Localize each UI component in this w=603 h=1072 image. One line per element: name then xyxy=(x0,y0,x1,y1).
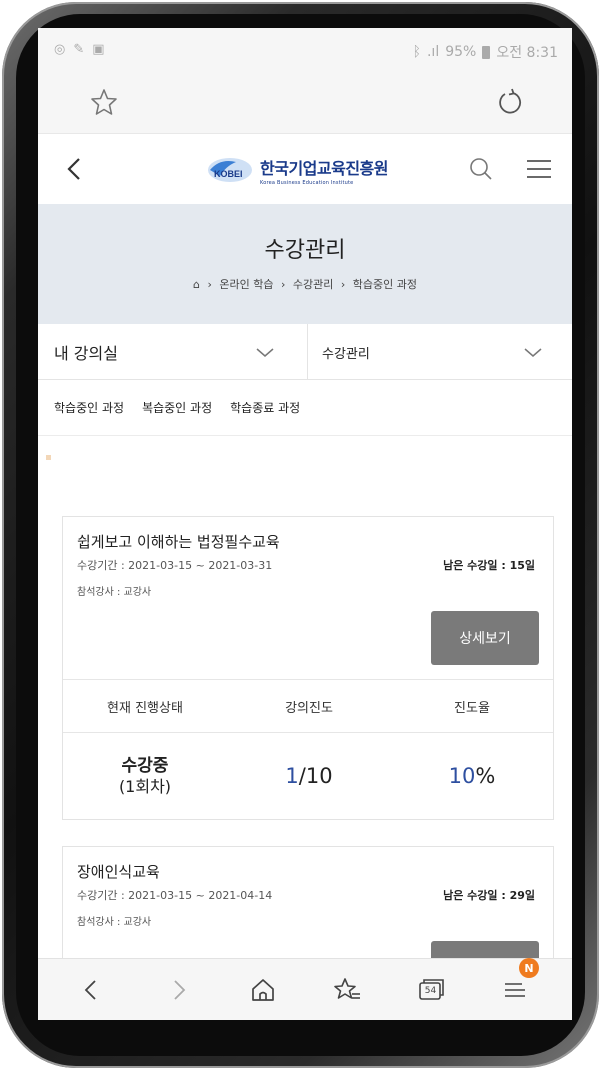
decorative-dot xyxy=(46,455,51,460)
breadcrumb-separator: › xyxy=(280,278,286,291)
tab-reviewing[interactable]: 복습중인 과정 xyxy=(142,399,212,416)
phone-screen: ◎ ✎ ▣ ᛒ .ıl 95% 오전 8:31 KOBEI 한국기업교육진흥원 … xyxy=(38,28,572,1020)
course-remaining-days: 남은 수강일 : 29일 xyxy=(443,889,535,902)
stats-value-row: 수강중 (1회차) 1/10 10% xyxy=(63,733,553,819)
progress-done: 1 xyxy=(285,764,299,788)
chevron-down-icon xyxy=(524,348,542,357)
forward-arrow-icon[interactable] xyxy=(162,973,196,1007)
course-card: 쉽게보고 이해하는 법정필수교육 수강기간 : 2021-03-15 ~ 202… xyxy=(62,516,554,820)
hamburger-menu-icon[interactable] xyxy=(524,154,554,184)
course-title: 장애인식교육 xyxy=(77,863,160,881)
tab-completed[interactable]: 학습종료 과정 xyxy=(230,399,300,416)
breadcrumb-item[interactable]: 학습중인 과정 xyxy=(353,278,417,291)
home-icon[interactable]: ⌂ xyxy=(193,278,200,291)
breadcrumb: ⌂ › 온라인 학습 › 수강관리 › 학습중인 과정 xyxy=(38,276,572,292)
logo-mark-icon: KOBEI xyxy=(208,158,252,182)
stat-rate: 10% xyxy=(391,764,553,788)
rate-value: 10 xyxy=(448,764,476,788)
notification-icon: ◎ xyxy=(54,42,66,57)
stat-header-status: 현재 진행상태 xyxy=(107,700,183,716)
tabs-count: 54 xyxy=(424,986,437,996)
gallery-icon: ▣ xyxy=(92,42,105,57)
reload-icon[interactable] xyxy=(494,86,526,118)
site-logo[interactable]: KOBEI 한국기업교육진흥원 Korea Business Education… xyxy=(206,152,388,188)
status-bar: ◎ ✎ ▣ ᛒ .ıl 95% 오전 8:31 xyxy=(38,28,572,72)
course-period: 수강기간 : 2021-03-15 ~ 2021-03-31 xyxy=(77,559,273,572)
back-arrow-icon[interactable] xyxy=(60,152,90,186)
breadcrumb-separator: › xyxy=(340,278,346,291)
page-title-band: 수강관리 ⌂ › 온라인 학습 › 수강관리 › 학습중인 과정 xyxy=(38,204,572,324)
browser-bottom-nav: 54 xyxy=(38,958,572,1020)
search-icon[interactable] xyxy=(466,154,496,184)
tabs-button[interactable]: 54 xyxy=(414,973,448,1007)
battery-icon xyxy=(482,45,491,59)
stat-header-rate: 진도율 xyxy=(454,700,490,716)
status-sub: (1회차) xyxy=(118,776,172,796)
stat-progress: 1/10 xyxy=(227,764,391,788)
course-teacher: 참석강사 : 교강사 xyxy=(77,917,152,928)
menu-icon[interactable] xyxy=(498,973,532,1007)
tab-in-progress[interactable]: 학습중인 과정 xyxy=(54,399,124,416)
back-arrow-icon[interactable] xyxy=(74,973,108,1007)
logo-text: 한국기업교육진흥원 Korea Business Education Insti… xyxy=(260,155,388,186)
browser-toolbar xyxy=(38,72,572,134)
battery-text: 95% xyxy=(445,44,477,60)
logo-name: 한국기업교육진흥원 xyxy=(260,158,388,178)
bookmarks-icon[interactable] xyxy=(330,973,364,1007)
clock: 오전 8:31 xyxy=(496,45,558,61)
chevron-down-icon xyxy=(256,348,274,357)
dropdown-row: 내 강의실 수강관리 xyxy=(38,324,572,380)
status-main: 수강중 xyxy=(121,755,169,776)
site-header: KOBEI 한국기업교육진흥원 Korea Business Education… xyxy=(38,134,572,204)
notification-badge: N xyxy=(519,958,539,978)
logo-mark-text: KOBEI xyxy=(214,169,243,179)
stats-header-row: 현재 진행상태 강의진도 진도율 xyxy=(63,679,553,733)
bluetooth-icon: ᛒ xyxy=(412,44,421,60)
dropdown-my-classroom[interactable]: 내 강의실 xyxy=(38,324,308,380)
breadcrumb-item[interactable]: 온라인 학습 xyxy=(219,278,273,291)
stat-status: 수강중 (1회차) xyxy=(63,755,227,798)
course-status-tabs: 학습중인 과정 복습중인 과정 학습종료 과정 xyxy=(38,380,572,436)
course-period: 수강기간 : 2021-03-15 ~ 2021-04-14 xyxy=(77,889,273,902)
edit-icon: ✎ xyxy=(73,42,85,57)
course-teacher: 참석강사 : 교강사 xyxy=(77,587,152,598)
rate-unit: % xyxy=(475,764,496,788)
signal-icon: .ıl xyxy=(426,44,440,60)
bookmark-star-icon[interactable] xyxy=(88,86,120,118)
course-title: 쉽게보고 이해하는 법정필수교육 xyxy=(77,533,280,551)
dropdown-course-management[interactable]: 수강관리 xyxy=(308,324,572,380)
status-left-icons: ◎ ✎ ▣ xyxy=(54,42,105,57)
stat-header-progress: 강의진도 xyxy=(285,700,333,716)
breadcrumb-item[interactable]: 수강관리 xyxy=(293,278,333,291)
dropdown-label: 내 강의실 xyxy=(54,344,118,363)
course-remaining-days: 남은 수강일 : 15일 xyxy=(443,559,535,572)
detail-button[interactable]: 상세보기 xyxy=(431,611,539,665)
logo-subtitle: Korea Business Education Institute xyxy=(260,179,354,186)
dropdown-label: 수강관리 xyxy=(322,346,370,362)
home-icon[interactable] xyxy=(246,973,280,1007)
breadcrumb-separator: › xyxy=(207,278,212,291)
progress-total: /10 xyxy=(298,764,333,788)
status-right: ᛒ .ıl 95% 오전 8:31 xyxy=(413,42,558,62)
page-title: 수강관리 xyxy=(264,238,346,263)
